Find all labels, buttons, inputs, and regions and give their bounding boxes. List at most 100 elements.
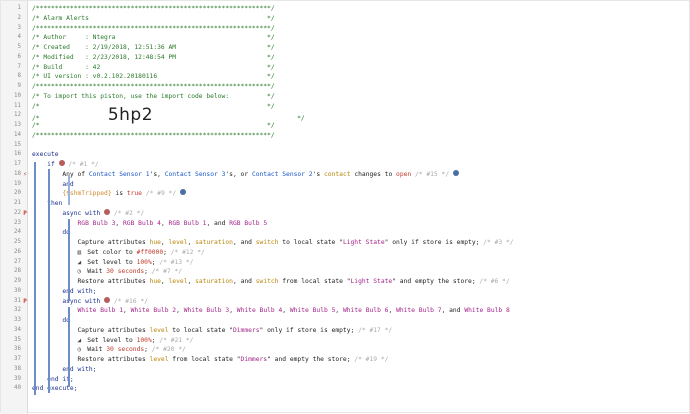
code-statement[interactable]: do	[32, 316, 70, 326]
code-statement[interactable]: Restore attributes level from local stat…	[32, 355, 388, 365]
line-number: 33	[14, 317, 21, 323]
code-statement[interactable]: ◷ Wait 30 seconds; /* #7 */	[32, 267, 183, 277]
code-statement[interactable]: /* Modified : 2/23/2018, 12:48:54 PM */	[32, 53, 275, 63]
code-statement[interactable]: {$shmTripped} is true /* #9 */	[32, 189, 186, 199]
line-number: 13	[14, 122, 21, 128]
code-statement[interactable]: end execute;	[32, 384, 78, 394]
code-line: 2 /* Alarm Alerts */	[1, 14, 690, 24]
code-statement[interactable]: White Bulb 1, White Bulb 2, White Bulb 3…	[32, 306, 510, 316]
code-statement[interactable]: /* Author : Ntegra */	[32, 33, 275, 43]
line-number: 25	[14, 239, 21, 245]
code-statement[interactable]: if /* #1 */	[32, 160, 99, 170]
line-number: 37	[14, 356, 21, 362]
code-statement[interactable]: Restore attributes hue, level, saturatio…	[32, 277, 509, 287]
condition-block-guide	[68, 175, 70, 205]
code-statement[interactable]: /* Build : 42 */	[32, 63, 275, 73]
line-number: 8	[17, 73, 22, 80]
code-statement[interactable]: Any of Contact Sensor 1's, Contact Senso…	[32, 169, 459, 180]
code-line: 10 /* To import this piston, use the impo…	[1, 92, 690, 102]
code-line: 4 /* Author : Ntegra */	[1, 33, 690, 43]
code-line: 15	[1, 141, 690, 151]
code-line: 23 RGB Bulb 3, RGB Bulb 4, RGB Bulb 1, a…	[1, 219, 690, 229]
code-line: 8 /* UI version : v0.2.102.20180116 */	[1, 72, 690, 82]
line-number: 12	[14, 112, 21, 119]
code-line: 38 end with;	[1, 365, 690, 375]
code-statement[interactable]: /* Created : 2/19/2018, 12:51:36 AM */	[32, 43, 275, 53]
code-line: 17 if /* #1 */	[1, 160, 690, 170]
code-line: 20 {$shmTripped} is true /* #9 */	[1, 189, 690, 199]
code-line: 21 then	[1, 199, 690, 209]
line-number: 18	[14, 170, 21, 177]
code-line: 6 /* Modified : 2/23/2018, 12:48:54 PM */	[1, 53, 690, 63]
code-line: 40 end execute;	[1, 384, 690, 394]
line-number: 7	[17, 63, 22, 70]
line-number: 19	[14, 180, 21, 187]
code-statement[interactable]: /* */	[32, 102, 275, 112]
code-statement[interactable]: /***************************************…	[32, 4, 275, 14]
if-block-guide	[48, 169, 50, 393]
statement-options-icon[interactable]	[58, 160, 65, 166]
code-statement[interactable]: end with;	[32, 287, 96, 297]
line-number: 4	[17, 34, 22, 41]
code-line: 22 P async with /* #2 */	[1, 208, 690, 219]
code-statement[interactable]: ◢ Set level to 100%; /* #21 */	[32, 336, 194, 346]
code-statement[interactable]: do	[32, 228, 70, 238]
command-icon: ◢	[77, 336, 82, 344]
code-line: 37 Restore attributes level from local s…	[1, 355, 690, 365]
code-line: 33 do	[1, 316, 690, 326]
code-line: 26 ▥ Set color to #ff0000; /* #12 */	[1, 248, 690, 258]
statement-options-icon[interactable]	[104, 296, 111, 303]
piston-code-editor: 1 /**************************************…	[0, 0, 690, 414]
line-number: 9	[17, 83, 22, 89]
code-statement[interactable]: /***************************************…	[32, 82, 275, 92]
code-statement[interactable]: Capture attributes hue, level, saturatio…	[32, 238, 513, 248]
code-line: 16 execute	[1, 150, 690, 160]
line-number: 15	[14, 141, 21, 148]
code-statement[interactable]: /* Alarm Alerts */	[32, 14, 275, 24]
code-line: 35 ◢ Set level to 100%; /* #21 */	[1, 336, 690, 346]
code-statement[interactable]: /* */	[32, 121, 275, 131]
async-with-1-guide	[68, 219, 70, 301]
code-line: 7 /* Build : 42 */	[1, 63, 690, 73]
code-line: 12/* 5hp2 */	[1, 107, 690, 124]
code-statement[interactable]: ◷ Wait 30 seconds; /* #20 */	[32, 345, 186, 355]
line-number: 11	[14, 102, 21, 109]
code-line: 3 /**************************************…	[1, 24, 690, 34]
line-number: 14	[14, 131, 21, 138]
line-number: 31	[14, 297, 21, 304]
code-line: 39 end if;	[1, 375, 690, 385]
line-number: 3	[17, 24, 22, 31]
line-number: 28	[14, 268, 21, 275]
code-line: 13 /* */	[1, 121, 690, 131]
code-line: 32 White Bulb 1, White Bulb 2, White Bul…	[1, 306, 690, 316]
async-with-2-guide	[68, 307, 70, 387]
command-icon: ◢	[77, 258, 82, 266]
code-line: 9 /**************************************…	[1, 82, 690, 92]
code-statement[interactable]: ▥ Set color to #ff0000; /* #12 */	[32, 248, 205, 258]
code-line: 11 /* */	[1, 102, 690, 112]
code-line: 28 ◷ Wait 30 seconds; /* #7 */	[1, 267, 690, 277]
code-statement[interactable]: ◢ Set level to 100%; /* #13 */	[32, 258, 194, 268]
code-line: 29 Restore attributes hue, level, satura…	[1, 277, 690, 287]
code-statement[interactable]: /* To import this piston, use the import…	[32, 92, 275, 102]
line-number: 26	[14, 248, 21, 255]
condition-settings-icon[interactable]	[179, 189, 186, 196]
condition-settings-icon[interactable]	[452, 169, 459, 176]
code-line: 34 Capture attributes level to local sta…	[1, 326, 690, 336]
line-number: 34	[14, 326, 21, 333]
line-number: 40	[14, 385, 21, 392]
line-number: 29	[14, 278, 21, 284]
code-line: 14 /*************************************…	[1, 131, 690, 141]
code-line: 36 ◷ Wait 30 seconds; /* #20 */	[1, 345, 690, 355]
code-statement[interactable]: /***************************************…	[32, 24, 275, 34]
statement-options-icon[interactable]	[104, 208, 111, 215]
code-statement[interactable]: /***************************************…	[32, 131, 275, 141]
code-line: 5 /* Created : 2/19/2018, 12:51:36 AM */	[1, 43, 690, 53]
line-number: 23	[14, 219, 21, 226]
parallel-marker-icon: P	[23, 209, 27, 217]
code-statement[interactable]: end with;	[32, 365, 96, 375]
code-statement[interactable]: Capture attributes level to local state …	[32, 326, 392, 336]
code-statement[interactable]: execute	[32, 150, 59, 160]
line-number: 38	[14, 365, 21, 372]
code-statement[interactable]: /* UI version : v0.2.102.20180116 */	[32, 72, 275, 82]
